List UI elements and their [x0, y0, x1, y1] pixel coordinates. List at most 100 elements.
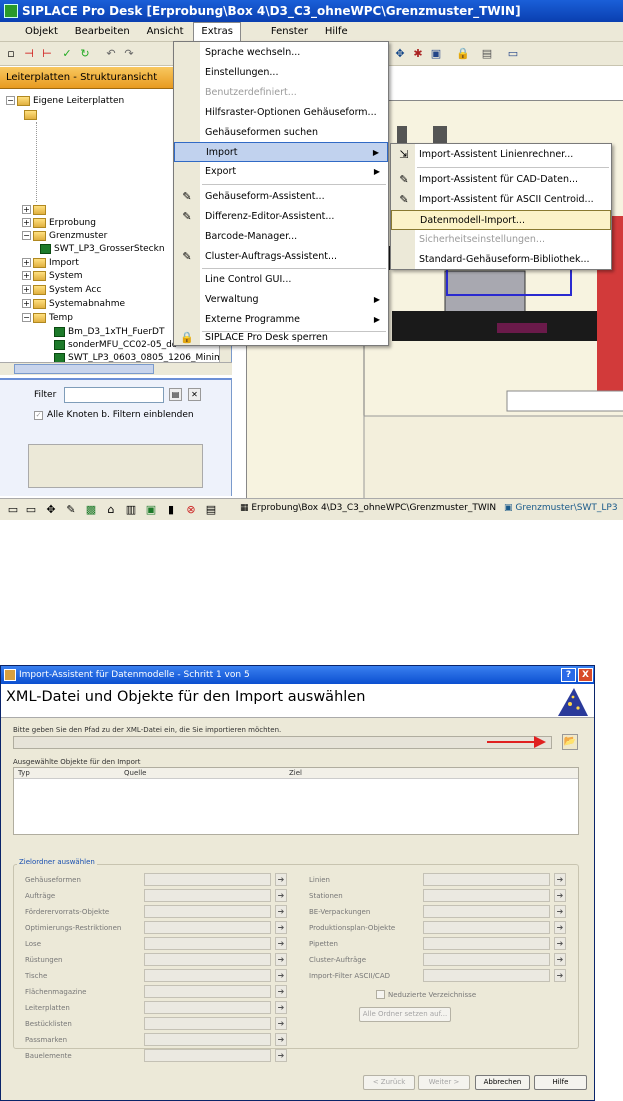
menu-item-import[interactable]: Import ▶ — [174, 142, 388, 162]
selected-objects-list[interactable]: Typ Quelle Ziel — [13, 767, 579, 835]
target-folder-input[interactable] — [144, 889, 271, 902]
status-tab-2[interactable]: ▣ Grenzmuster\SWT_LP3 — [504, 503, 618, 513]
tree-node[interactable]: + Erprobung — [22, 217, 96, 230]
tool-icon[interactable]: ▥ — [124, 503, 138, 517]
target-folder-input[interactable] — [144, 873, 271, 886]
expand-icon[interactable]: + — [22, 285, 31, 294]
target-folder-input[interactable] — [144, 953, 271, 966]
submenu-item-ascii[interactable]: ✎ Import-Assistent für ASCII Centroid... — [391, 190, 611, 210]
tree-node[interactable]: − Temp — [22, 312, 73, 325]
arrow-right-icon[interactable]: ➔ — [275, 1017, 287, 1030]
show-all-nodes-checkbox[interactable]: ✓ — [34, 411, 43, 420]
menu-item-externe-programme[interactable]: Externe Programme ▶ — [174, 310, 388, 330]
target-folder-input[interactable] — [144, 985, 271, 998]
column-typ[interactable]: Typ — [18, 769, 30, 777]
merge-icon[interactable]: ⊢ — [40, 47, 54, 61]
arrow-right-icon[interactable]: ➔ — [554, 889, 566, 902]
undo-icon[interactable]: ↶ — [104, 47, 118, 61]
menu-item-verwaltung[interactable]: Verwaltung ▶ — [174, 290, 388, 310]
target-folder-input[interactable] — [423, 921, 550, 934]
target-folder-input[interactable] — [144, 969, 271, 982]
xml-path-input[interactable] — [13, 736, 552, 749]
back-button[interactable]: < Zurück — [363, 1075, 415, 1090]
target-folder-input[interactable] — [144, 937, 271, 950]
filter-clear-icon[interactable]: ✕ — [188, 388, 201, 401]
target-folder-input[interactable] — [144, 905, 271, 918]
tree-node[interactable]: − Eigene Leiterplatten — [6, 95, 124, 108]
menu-ansicht[interactable]: Ansicht — [140, 22, 191, 42]
target-folder-input[interactable] — [423, 969, 550, 982]
menu-item-hilfsraster[interactable]: Hilfsraster-Optionen Gehäuseform... — [174, 103, 388, 123]
status-tab-1[interactable]: ▦ Erprobung\Box 4\D3_C3_ohneWPC\Grenzmus… — [240, 503, 496, 513]
settings-icon[interactable]: ✱ — [411, 47, 425, 61]
set-all-folders-button[interactable]: Alle Ordner setzen auf... — [359, 1007, 451, 1022]
window-icon[interactable]: ▣ — [429, 47, 443, 61]
check-icon[interactable]: ✓ — [60, 47, 74, 61]
submenu-item-datenmodell-import[interactable]: Datenmodell-Import... — [391, 210, 611, 230]
menu-extras[interactable]: Extras — [193, 22, 241, 42]
tree-horizontal-scrollbar[interactable] — [0, 362, 232, 375]
move-icon[interactable]: ✥ — [393, 47, 407, 61]
menu-item-gehaeuseform-assistent[interactable]: ✎ Gehäuseform-Assistent... — [174, 187, 388, 207]
arrow-right-icon[interactable]: ➔ — [275, 873, 287, 886]
board-icon[interactable]: ▩ — [84, 503, 98, 517]
lock-icon[interactable]: 🔒 — [456, 47, 470, 61]
tree-node[interactable]: + Systemabnahme — [22, 298, 125, 311]
arrow-right-icon[interactable]: ➔ — [275, 969, 287, 982]
tree-node[interactable]: − Grenzmuster — [22, 230, 107, 243]
scroll-thumb[interactable] — [14, 364, 154, 374]
new-icon[interactable]: ▫ — [4, 47, 18, 61]
target-folder-input[interactable] — [423, 873, 550, 886]
menu-item-differenz-editor[interactable]: ✎ Differenz-Editor-Assistent... — [174, 207, 388, 227]
column-ziel[interactable]: Ziel — [289, 769, 302, 777]
db-icon[interactable]: ▤ — [480, 47, 494, 61]
layout-icon[interactable]: ▭ — [506, 47, 520, 61]
help-button[interactable]: Hilfe — [534, 1075, 587, 1090]
arrow-right-icon[interactable]: ➔ — [275, 985, 287, 998]
tool-icon[interactable]: ✥ — [44, 503, 58, 517]
menu-item-gehaeuseformen-suchen[interactable]: Gehäuseformen suchen — [174, 123, 388, 143]
tree-node[interactable]: + Import — [22, 257, 79, 270]
collapse-icon[interactable]: − — [22, 313, 31, 322]
tool-icon[interactable]: ▤ — [204, 503, 218, 517]
expand-icon[interactable]: + — [22, 271, 31, 280]
help-title-button[interactable]: ? — [561, 668, 576, 682]
cancel-button[interactable]: Abbrechen — [475, 1075, 530, 1090]
target-folder-input[interactable] — [423, 937, 550, 950]
target-folder-input[interactable] — [144, 1017, 271, 1030]
split-icon[interactable]: ⊣ — [22, 47, 36, 61]
tree-node[interactable]: SWT_LP3_GrosserSteckn — [40, 243, 165, 256]
menu-item-cluster-auftrags[interactable]: ✎ Cluster-Auftrags-Assistent... — [174, 247, 388, 267]
tree-node[interactable]: sonderMFU_CC02-05_do — [54, 339, 177, 352]
menu-objekt[interactable]: Objekt — [18, 22, 65, 42]
target-folder-input[interactable] — [144, 1049, 271, 1062]
refresh-icon[interactable]: ↻ — [78, 47, 92, 61]
arrow-right-icon[interactable]: ➔ — [275, 937, 287, 950]
tree-node[interactable]: + System Acc — [22, 284, 101, 297]
menu-item-line-control[interactable]: Line Control GUI... — [174, 270, 388, 290]
tool-icon[interactable]: ▮ — [164, 503, 178, 517]
arrow-right-icon[interactable]: ➔ — [554, 953, 566, 966]
target-folder-input[interactable] — [423, 953, 550, 966]
target-folder-input[interactable] — [144, 1001, 271, 1014]
arrow-right-icon[interactable]: ➔ — [554, 921, 566, 934]
arrow-right-icon[interactable]: ➔ — [275, 889, 287, 902]
expand-icon[interactable]: + — [22, 299, 31, 308]
expand-icon[interactable]: + — [22, 205, 31, 214]
arrow-right-icon[interactable]: ➔ — [275, 953, 287, 966]
expand-icon[interactable]: + — [22, 258, 31, 267]
column-quelle[interactable]: Quelle — [124, 769, 146, 777]
menu-item-einstellungen[interactable]: Einstellungen... — [174, 63, 388, 83]
tree-node[interactable]: Bm_D3_1xTH_FuerDT — [54, 326, 164, 339]
tree-node[interactable]: + — [22, 204, 49, 217]
target-folder-input[interactable] — [423, 905, 550, 918]
browse-folder-icon[interactable]: 📂 — [562, 734, 578, 750]
redo-icon[interactable]: ↷ — [122, 47, 136, 61]
arrow-right-icon[interactable]: ➔ — [554, 937, 566, 950]
submenu-item-standard-bibliothek[interactable]: Standard-Gehäuseform-Bibliothek... — [391, 250, 611, 270]
collapse-icon[interactable]: − — [22, 231, 31, 240]
menu-fenster[interactable]: Fenster — [264, 22, 315, 42]
submenu-item-linienrechner[interactable]: ⇲ Import-Assistent Linienrechner... — [391, 145, 611, 165]
expand-icon[interactable]: + — [22, 218, 31, 227]
menu-item-sperren[interactable]: 🔒 SIPLACE Pro Desk sperren — [174, 328, 388, 348]
